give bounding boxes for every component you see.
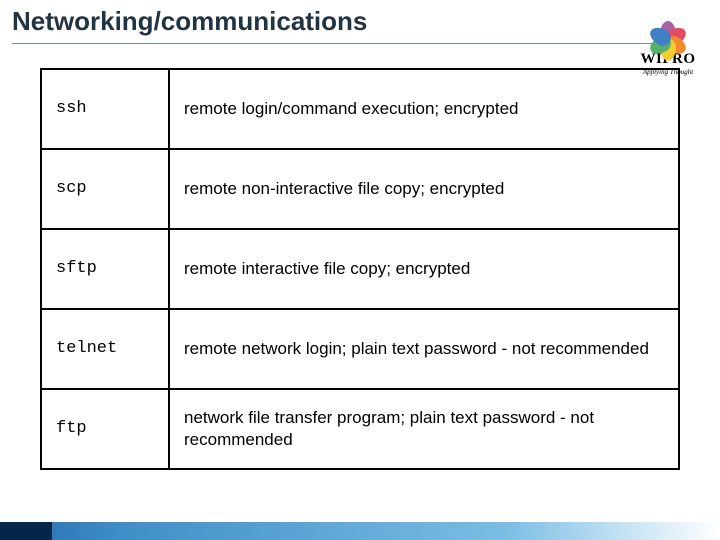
description-cell: remote non-interactive file copy; encryp… [169, 149, 679, 229]
logo-tagline: Applying Thought [643, 68, 693, 76]
command-cell: ssh [41, 69, 169, 149]
command-cell: sftp [41, 229, 169, 309]
table-row: ssh remote login/command execution; encr… [41, 69, 679, 149]
title-area: Networking/communications [0, 0, 720, 44]
command-cell: telnet [41, 309, 169, 389]
slide: Networking/communications WIPRO Applying… [0, 0, 720, 540]
title-rule [12, 43, 652, 44]
bottom-stripe [0, 522, 720, 540]
description-cell: network file transfer program; plain tex… [169, 389, 679, 469]
description-cell: remote network login; plain text passwor… [169, 309, 679, 389]
table-row: ftp network file transfer program; plain… [41, 389, 679, 469]
description-cell: remote interactive file copy; encrypted [169, 229, 679, 309]
table-row: sftp remote interactive file copy; encry… [41, 229, 679, 309]
command-cell: ftp [41, 389, 169, 469]
logo-flower-icon [646, 10, 690, 53]
commands-table: ssh remote login/command execution; encr… [40, 68, 680, 470]
table-row: telnet remote network login; plain text … [41, 309, 679, 389]
table-row: scp remote non-interactive file copy; en… [41, 149, 679, 229]
command-cell: scp [41, 149, 169, 229]
page-title: Networking/communications [12, 6, 720, 37]
description-cell: remote login/command execution; encrypte… [169, 69, 679, 149]
brand-logo: WIPRO Applying Thought [630, 10, 706, 76]
